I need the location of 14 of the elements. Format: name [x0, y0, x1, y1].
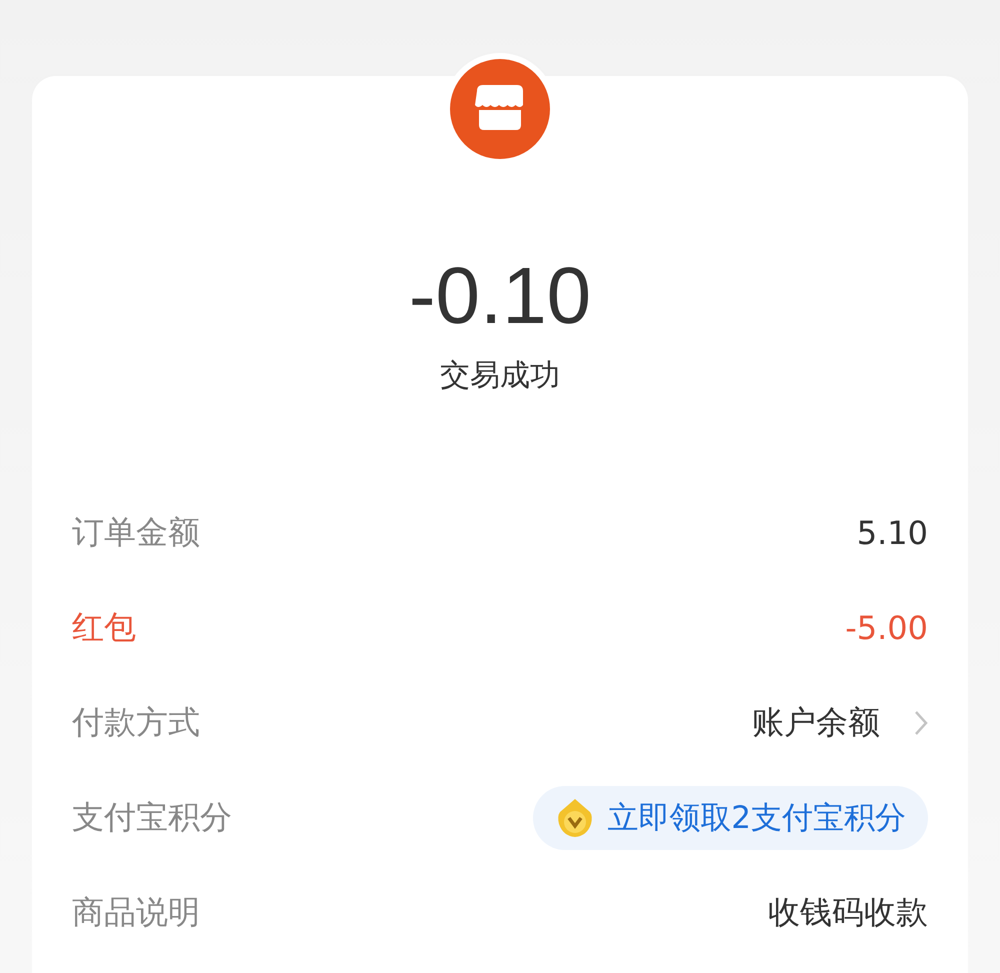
row-value: 收钱码收款: [768, 892, 928, 933]
discount-value: -5.00: [845, 609, 928, 647]
row-label: 付款方式: [72, 702, 201, 743]
status-text: 交易成功: [440, 357, 560, 395]
claim-points-button[interactable]: 立即领取2支付宝积分: [533, 786, 928, 850]
chevron-right-icon: [914, 710, 928, 736]
row-label: 红包: [72, 607, 137, 648]
row-value: 5.10: [856, 514, 928, 552]
payment-method-link[interactable]: 账户余额: [752, 701, 880, 745]
row-label: 订单金额: [72, 512, 201, 553]
coin-icon: [557, 798, 594, 838]
row-label: 商品说明: [72, 892, 201, 933]
row-label: 支付宝积分: [72, 797, 233, 838]
amount-text: -0.10: [408, 254, 592, 338]
